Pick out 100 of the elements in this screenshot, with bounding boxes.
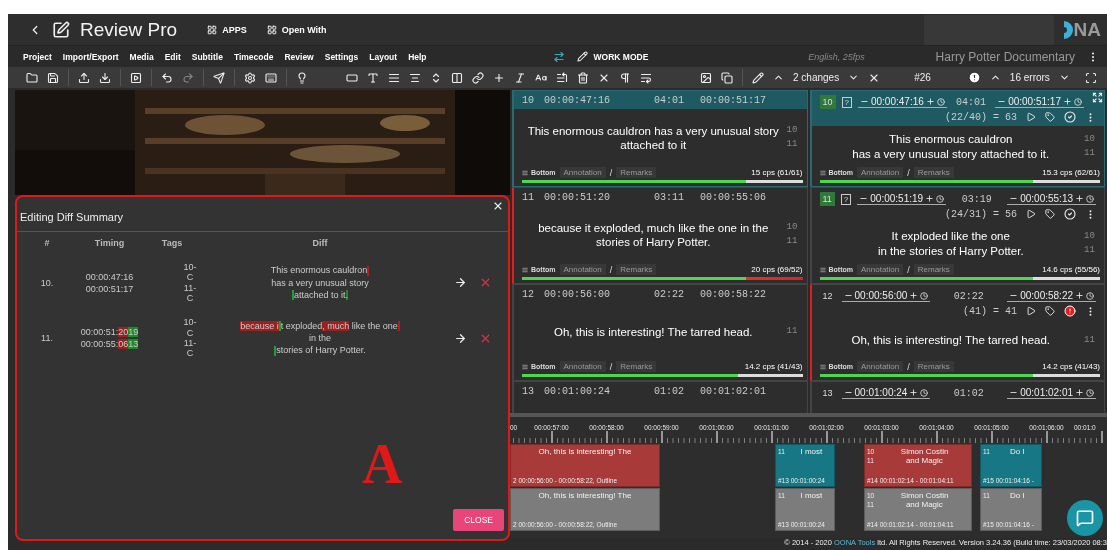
- plus-icon[interactable]: [1075, 194, 1084, 203]
- clock-icon[interactable]: [920, 388, 929, 397]
- arrow-right-icon[interactable]: [454, 331, 467, 345]
- remarks-tag[interactable]: Remarks: [616, 361, 657, 372]
- end-timecode[interactable]: 00:01:02:01: [1007, 387, 1096, 399]
- check-icon[interactable]: [1064, 208, 1076, 220]
- clock-icon[interactable]: [1086, 291, 1094, 300]
- pilcrow-icon[interactable]: [619, 71, 631, 84]
- clock-icon[interactable]: [936, 194, 945, 203]
- annotation-tag[interactable]: Annotation: [857, 264, 904, 275]
- expand-icon[interactable]: [1092, 92, 1103, 103]
- italic-icon[interactable]: [514, 71, 526, 84]
- plus-icon[interactable]: [909, 291, 919, 300]
- plus-icon[interactable]: [925, 97, 935, 106]
- chevron-down-icon[interactable]: [1058, 72, 1070, 83]
- remarks-tag[interactable]: Remarks: [913, 167, 954, 178]
- plus-icon[interactable]: [1075, 291, 1084, 300]
- letter-icon[interactable]: [367, 71, 379, 84]
- end-timecode[interactable]: 00:00:51:17: [995, 96, 1084, 108]
- plus-icon[interactable]: [1075, 388, 1084, 397]
- clock-icon[interactable]: [936, 97, 945, 106]
- link-icon[interactable]: [472, 71, 484, 84]
- annotation-tag[interactable]: Annotation: [559, 264, 606, 275]
- settings-icon[interactable]: [244, 71, 256, 84]
- plus-icon[interactable]: [925, 194, 935, 203]
- plus-icon[interactable]: [909, 388, 919, 397]
- play-icon[interactable]: [1026, 306, 1036, 316]
- redo-icon[interactable]: [182, 71, 194, 84]
- query-box[interactable]: ?: [840, 193, 852, 205]
- annotation-tag[interactable]: Annotation: [857, 361, 904, 372]
- remarks-tag[interactable]: Remarks: [913, 264, 954, 275]
- plus-icon[interactable]: [493, 71, 505, 84]
- menu-item[interactable]: Subtitle: [191, 51, 223, 62]
- menu-item[interactable]: Help: [408, 51, 427, 62]
- alert-icon[interactable]: [967, 71, 981, 84]
- pencil-icon[interactable]: [752, 71, 764, 84]
- clock-icon[interactable]: [1074, 97, 1082, 106]
- wrap-icon[interactable]: [640, 71, 652, 84]
- save-icon[interactable]: [47, 71, 59, 84]
- remarks-tag[interactable]: Remarks: [913, 361, 954, 372]
- clock-icon[interactable]: [1086, 388, 1094, 397]
- remarks-tag[interactable]: Remarks: [616, 264, 657, 275]
- menu-item[interactable]: Project: [23, 51, 52, 62]
- lines-icon[interactable]: [388, 71, 400, 84]
- annotation-tag[interactable]: Annotation: [559, 167, 606, 178]
- close-icon[interactable]: [492, 200, 504, 212]
- menu-item[interactable]: Settings: [324, 51, 359, 62]
- start-timecode[interactable]: 00:00:56:00: [841, 290, 931, 302]
- plus-icon[interactable]: [1063, 97, 1072, 106]
- up-down-icon[interactable]: [430, 71, 442, 84]
- video-icon[interactable]: [130, 71, 142, 84]
- folder-icon[interactable]: [26, 71, 38, 84]
- image-icon[interactable]: [700, 71, 712, 84]
- clock-icon[interactable]: [920, 291, 929, 300]
- copy-icon[interactable]: [721, 71, 733, 84]
- focus-icon[interactable]: [1085, 71, 1097, 84]
- source-card[interactable]: 13 00:01:00:24 01:02 00:01:02:01: [512, 381, 808, 413]
- annotation-tag[interactable]: Annotation: [857, 167, 904, 178]
- tag-icon[interactable]: [1045, 112, 1055, 122]
- menu-item[interactable]: Review: [284, 51, 314, 62]
- keyboard-icon[interactable]: [265, 71, 277, 84]
- send-icon[interactable]: [213, 71, 225, 84]
- menu-item[interactable]: Import/Export: [62, 51, 119, 62]
- end-timecode[interactable]: 00:00:58:22: [1007, 290, 1096, 302]
- arrow-right-icon[interactable]: [454, 276, 467, 290]
- start-timecode[interactable]: 00:01:00:24: [841, 387, 931, 399]
- menu-item[interactable]: Media: [129, 51, 154, 62]
- play-icon[interactable]: [1026, 209, 1036, 219]
- tag-icon[interactable]: [1045, 209, 1055, 219]
- trash-icon[interactable]: [577, 71, 589, 84]
- tag-icon[interactable]: [1045, 306, 1055, 316]
- check-icon[interactable]: [1064, 111, 1076, 123]
- play-icon[interactable]: [1026, 112, 1036, 122]
- swap-icon[interactable]: [552, 50, 565, 63]
- lightbulb-icon[interactable]: [296, 71, 308, 84]
- rectangle-icon[interactable]: [346, 71, 358, 84]
- columns-icon[interactable]: [451, 71, 463, 84]
- work-mode-label[interactable]: WORK MODE: [593, 51, 649, 62]
- menu-item[interactable]: Edit: [164, 51, 181, 62]
- target-card[interactable]: 13 00:01:00:24 01:02 00:01:02:01: [809, 381, 1105, 413]
- annotation-tag[interactable]: Annotation: [559, 361, 606, 372]
- menu-item[interactable]: Timecode: [233, 51, 274, 62]
- undo-icon[interactable]: [161, 71, 173, 84]
- pencil-icon[interactable]: [576, 51, 588, 62]
- menu-item[interactable]: Layout: [369, 51, 398, 62]
- close-button[interactable]: CLOSE: [453, 509, 504, 531]
- apps-button[interactable]: APPS: [207, 24, 247, 35]
- remarks-tag[interactable]: Remarks: [616, 167, 657, 178]
- letters-icon[interactable]: [535, 71, 547, 84]
- insert-icon[interactable]: [556, 71, 568, 84]
- query-box[interactable]: ?: [841, 96, 852, 108]
- download-icon[interactable]: [99, 71, 111, 84]
- upload-icon[interactable]: [78, 71, 90, 84]
- align-center-icon[interactable]: [409, 71, 421, 84]
- clock-icon[interactable]: [1086, 194, 1094, 203]
- start-timecode[interactable]: 00:00:47:16: [857, 96, 947, 108]
- end-timecode[interactable]: 00:00:55:13: [1007, 193, 1096, 205]
- chat-button[interactable]: [1067, 500, 1103, 536]
- edit-icon[interactable]: [52, 20, 70, 39]
- start-timecode[interactable]: 00:00:51:19: [857, 193, 947, 205]
